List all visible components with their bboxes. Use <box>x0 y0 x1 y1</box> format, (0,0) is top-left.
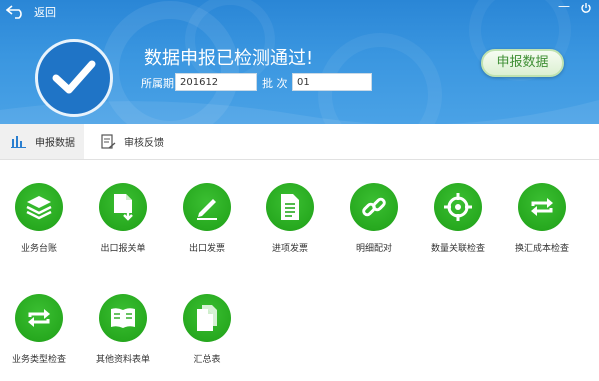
header-banner: 返回 — 数据申报已检测通过! 所属期 批 次 申报数据 <box>0 0 599 124</box>
tab-review-feedback[interactable]: 审核反馈 <box>100 124 164 159</box>
tab-declare-data[interactable]: 申报数据 <box>0 124 84 159</box>
function-label: 换汇成本检查 <box>514 244 569 254</box>
period-field[interactable] <box>175 73 257 91</box>
function-icon-circle <box>183 183 231 231</box>
period-label: 所属期 <box>141 77 174 90</box>
function-icon-circle <box>183 294 231 342</box>
function-summary-table[interactable]: 汇总表 <box>157 294 257 365</box>
target-icon <box>444 193 472 221</box>
document-lines-icon <box>281 194 299 220</box>
function-icon-circle <box>350 183 398 231</box>
power-icon[interactable] <box>580 2 592 14</box>
batch-label: 批 次 <box>262 77 288 90</box>
function-icon-circle <box>434 183 482 231</box>
layers-icon <box>26 196 52 220</box>
function-icon-circle <box>99 183 147 231</box>
minimize-button[interactable]: — <box>558 0 570 13</box>
function-icon-circle <box>15 294 63 342</box>
function-icon-circle <box>15 183 63 231</box>
checkmark-icon <box>52 60 96 94</box>
tab-declare-data-label: 申报数据 <box>35 138 75 149</box>
function-icon-circle <box>518 183 566 231</box>
tab-bar: 申报数据 审核反馈 <box>0 124 599 160</box>
back-button[interactable]: 返回 <box>6 1 66 23</box>
function-exchange-cost-check[interactable]: 换汇成本检查 <box>492 183 592 254</box>
function-icon-circle <box>266 183 314 231</box>
link-icon <box>362 197 386 217</box>
tab-review-feedback-label: 审核反馈 <box>124 138 164 149</box>
back-arrow-icon <box>6 5 22 19</box>
refresh-icon <box>531 198 553 216</box>
function-label: 汇总表 <box>193 355 221 365</box>
book-icon <box>111 308 135 328</box>
copy-icon <box>197 305 217 331</box>
refresh-icon <box>28 309 50 327</box>
success-check-badge <box>35 39 113 117</box>
status-title: 数据申报已检测通过! <box>144 48 314 69</box>
bar-chart-icon <box>11 136 26 148</box>
batch-field[interactable] <box>292 73 372 91</box>
back-label: 返回 <box>34 6 56 19</box>
file-download-icon <box>114 194 133 221</box>
pen-icon <box>197 199 217 220</box>
document-edit-icon <box>101 133 116 149</box>
function-icon-circle <box>99 294 147 342</box>
submit-data-button[interactable]: 申报数据 <box>481 49 564 77</box>
